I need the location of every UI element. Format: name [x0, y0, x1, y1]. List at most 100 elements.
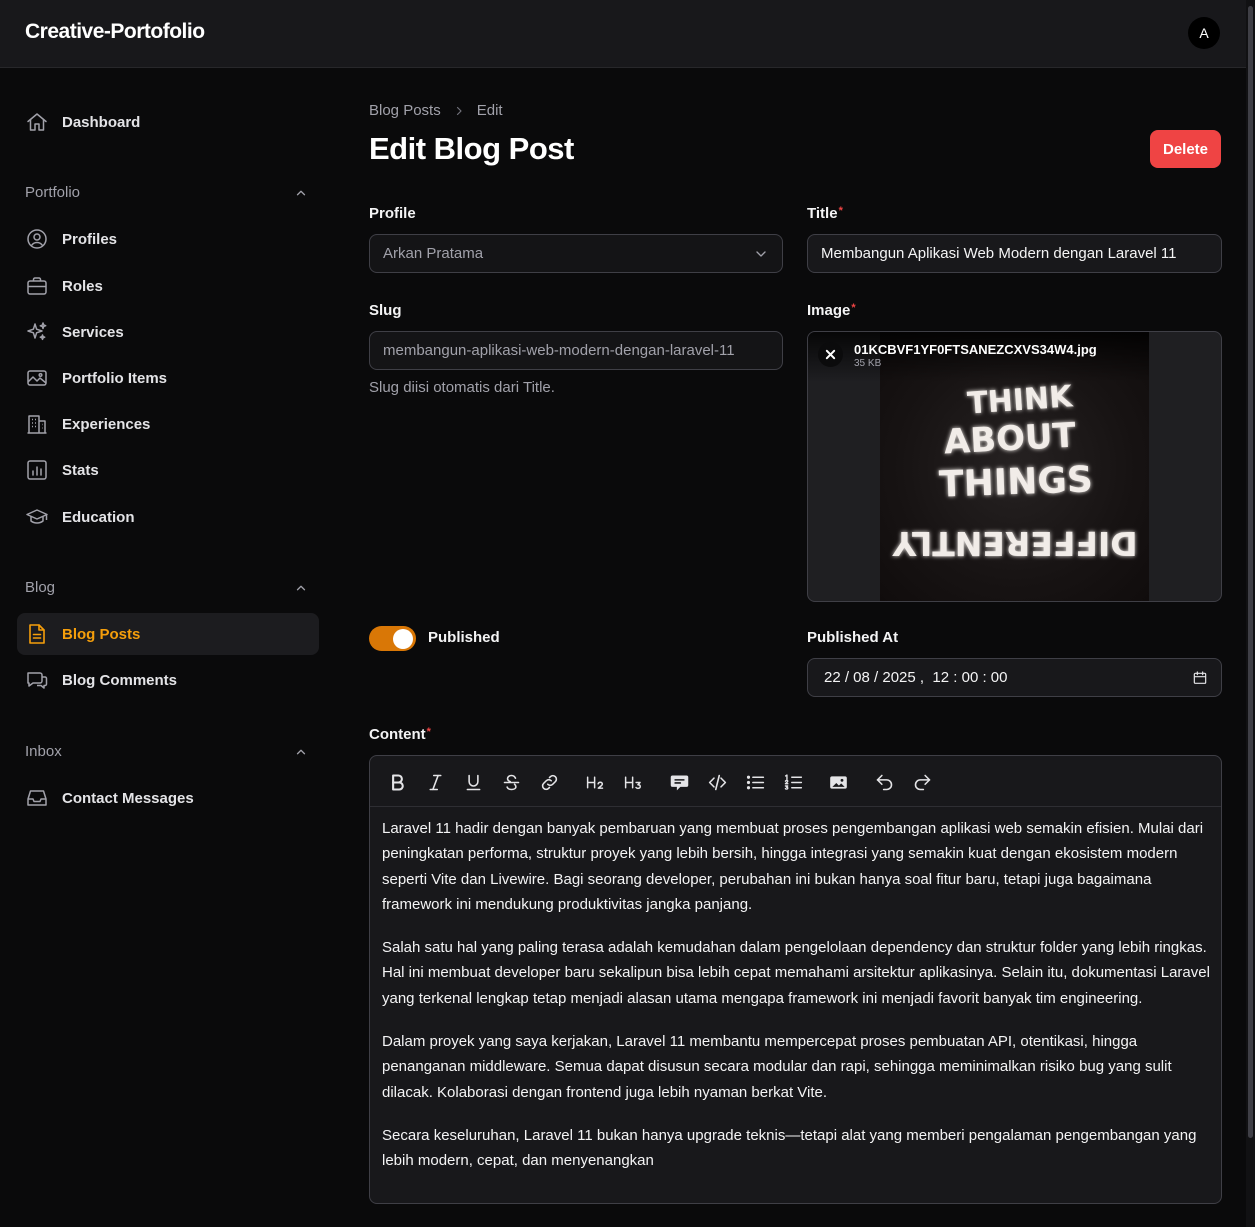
- nav-group-portfolio[interactable]: Portfolio: [25, 184, 310, 201]
- sidebar-item-contact-messages[interactable]: Contact Messages: [17, 777, 319, 819]
- published-at-value: 22 / 08 / 2025 , 12 : 00 : 00: [824, 669, 1008, 686]
- content-paragraph: Dalam proyek yang saya kerjakan, Laravel…: [382, 1033, 1172, 1101]
- scrollbar-thumb[interactable]: [1248, 6, 1253, 1138]
- link-icon: [539, 772, 560, 793]
- page-title: Edit Blog Post: [369, 131, 574, 166]
- sidebar-item-label: Services: [62, 323, 124, 341]
- preview-line-2: ABOUT: [943, 416, 1078, 463]
- sidebar-item-education[interactable]: Education: [17, 496, 319, 538]
- title-label-text: Title: [807, 205, 838, 222]
- calendar-icon[interactable]: [1192, 670, 1208, 686]
- file-info-overlay: [808, 332, 1149, 382]
- profile-select[interactable]: Arkan Pratama: [369, 234, 783, 273]
- sidebar-item-label: Education: [62, 508, 135, 526]
- document-text-icon: [25, 622, 49, 646]
- remove-file-button[interactable]: [818, 342, 843, 367]
- chevron-up-icon[interactable]: [294, 745, 308, 759]
- published-toggle[interactable]: [369, 626, 416, 651]
- editor-toolbar: [370, 756, 1221, 807]
- nav-group-label: Blog: [25, 579, 56, 596]
- chevron-up-icon[interactable]: [294, 581, 308, 595]
- sidebar-item-label: Stats: [62, 461, 99, 479]
- preview-line-1: THINK: [966, 379, 1075, 421]
- blockquote-button[interactable]: [666, 769, 692, 795]
- heading-2-button[interactable]: [582, 769, 608, 795]
- file-size: 35 KB: [854, 358, 882, 369]
- chat-bubbles-icon: [25, 668, 49, 692]
- breadcrumb-link[interactable]: Blog Posts: [369, 102, 441, 119]
- code-icon: [707, 772, 728, 793]
- sidebar-item-stats[interactable]: Stats: [17, 449, 319, 491]
- required-asterisk: *: [851, 302, 856, 314]
- sidebar-item-label: Experiences: [62, 415, 151, 433]
- chevron-down-icon: [753, 246, 769, 262]
- published-at-input[interactable]: 22 / 08 / 2025 , 12 : 00 : 00: [807, 658, 1222, 697]
- strikethrough-button[interactable]: [498, 769, 524, 795]
- sidebar-item-label: Blog Posts: [62, 625, 141, 643]
- redo-button[interactable]: [909, 769, 935, 795]
- sidebar-item-label: Dashboard: [62, 113, 141, 131]
- close-icon: [825, 349, 836, 360]
- sidebar-item-label: Portfolio Items: [62, 369, 168, 387]
- nav-group-label: Portfolio: [25, 184, 81, 201]
- content-label-text: Content: [369, 726, 426, 743]
- bold-button[interactable]: [384, 769, 410, 795]
- ordered-list-icon: [783, 772, 804, 793]
- file-name: 01KCBVF1YF0FTSANEZCXVS34W4.jpg: [854, 342, 1097, 357]
- briefcase-icon: [25, 274, 49, 298]
- slug-hint: Slug diisi otomatis dari Title.: [369, 379, 555, 396]
- italic-icon: [425, 772, 446, 793]
- quote-bubble-icon: [669, 772, 690, 793]
- code-block-button[interactable]: [704, 769, 730, 795]
- italic-button[interactable]: [422, 769, 448, 795]
- image-label-text: Image: [807, 302, 851, 319]
- delete-button[interactable]: Delete: [1150, 130, 1221, 168]
- bold-icon: [387, 772, 408, 793]
- content-paragraph: Secara keseluruhan, Laravel 11 bukan han…: [382, 1126, 1197, 1170]
- sidebar-item-portfolio-items[interactable]: Portfolio Items: [17, 357, 319, 399]
- user-avatar[interactable]: A: [1188, 17, 1220, 49]
- required-asterisk: *: [838, 205, 843, 217]
- heading-2-icon: [585, 772, 606, 793]
- sidebar-item-label: Roles: [62, 277, 103, 295]
- redo-icon: [912, 772, 933, 793]
- content-paragraph: Laravel 11 hadir dengan banyak pembaruan…: [382, 820, 1204, 913]
- sidebar-item-label: Profiles: [62, 230, 118, 248]
- academic-cap-icon: [25, 505, 49, 529]
- link-button[interactable]: [536, 769, 562, 795]
- title-input[interactable]: Membangun Aplikasi Web Modern dengan Lar…: [807, 234, 1222, 273]
- slug-label: Slug: [369, 302, 402, 319]
- bullet-list-button[interactable]: [742, 769, 768, 795]
- sidebar-item-roles[interactable]: Roles: [17, 265, 319, 307]
- sidebar-item-services[interactable]: Services: [17, 311, 319, 353]
- sidebar-item-blog-posts[interactable]: Blog Posts: [17, 613, 319, 655]
- sidebar-item-experiences[interactable]: Experiences: [17, 403, 319, 445]
- user-circle-icon: [25, 227, 49, 251]
- sidebar-item-blog-comments[interactable]: Blog Comments: [17, 659, 319, 701]
- published-at-label: Published At: [807, 629, 899, 646]
- strikethrough-icon: [501, 772, 522, 793]
- undo-icon: [874, 772, 895, 793]
- image-upload[interactable]: THINK ABOUT THINGS DIFFERENTLY 01KCBVF1Y…: [807, 331, 1222, 602]
- sidebar-item-dashboard[interactable]: Dashboard: [17, 101, 319, 143]
- nav-group-label: Inbox: [25, 743, 62, 760]
- top-bar: Creative-Portofolio A: [0, 0, 1255, 68]
- underline-icon: [463, 772, 484, 793]
- title-label: Title*: [807, 205, 843, 222]
- nav-group-blog[interactable]: Blog: [25, 579, 310, 596]
- heading-3-button[interactable]: [620, 769, 646, 795]
- undo-button[interactable]: [871, 769, 897, 795]
- attach-image-button[interactable]: [825, 769, 851, 795]
- preview-line-4: DIFFERENTLY: [891, 524, 1137, 563]
- profile-select-value: Arkan Pratama: [383, 245, 484, 262]
- sidebar-item-profiles[interactable]: Profiles: [17, 218, 319, 260]
- editor-content[interactable]: Laravel 11 hadir dengan banyak pembaruan…: [382, 816, 1212, 1192]
- content-paragraph: Salah satu hal yang paling terasa adalah…: [382, 939, 1210, 1007]
- chevron-up-icon[interactable]: [294, 186, 308, 200]
- rich-text-editor[interactable]: Laravel 11 hadir dengan banyak pembaruan…: [369, 755, 1222, 1204]
- underline-button[interactable]: [460, 769, 486, 795]
- ordered-list-button[interactable]: [780, 769, 806, 795]
- slug-input[interactable]: membangun-aplikasi-web-modern-dengan-lar…: [369, 331, 783, 370]
- nav-group-inbox[interactable]: Inbox: [25, 743, 310, 760]
- brand-title[interactable]: Creative-Portofolio: [25, 20, 205, 44]
